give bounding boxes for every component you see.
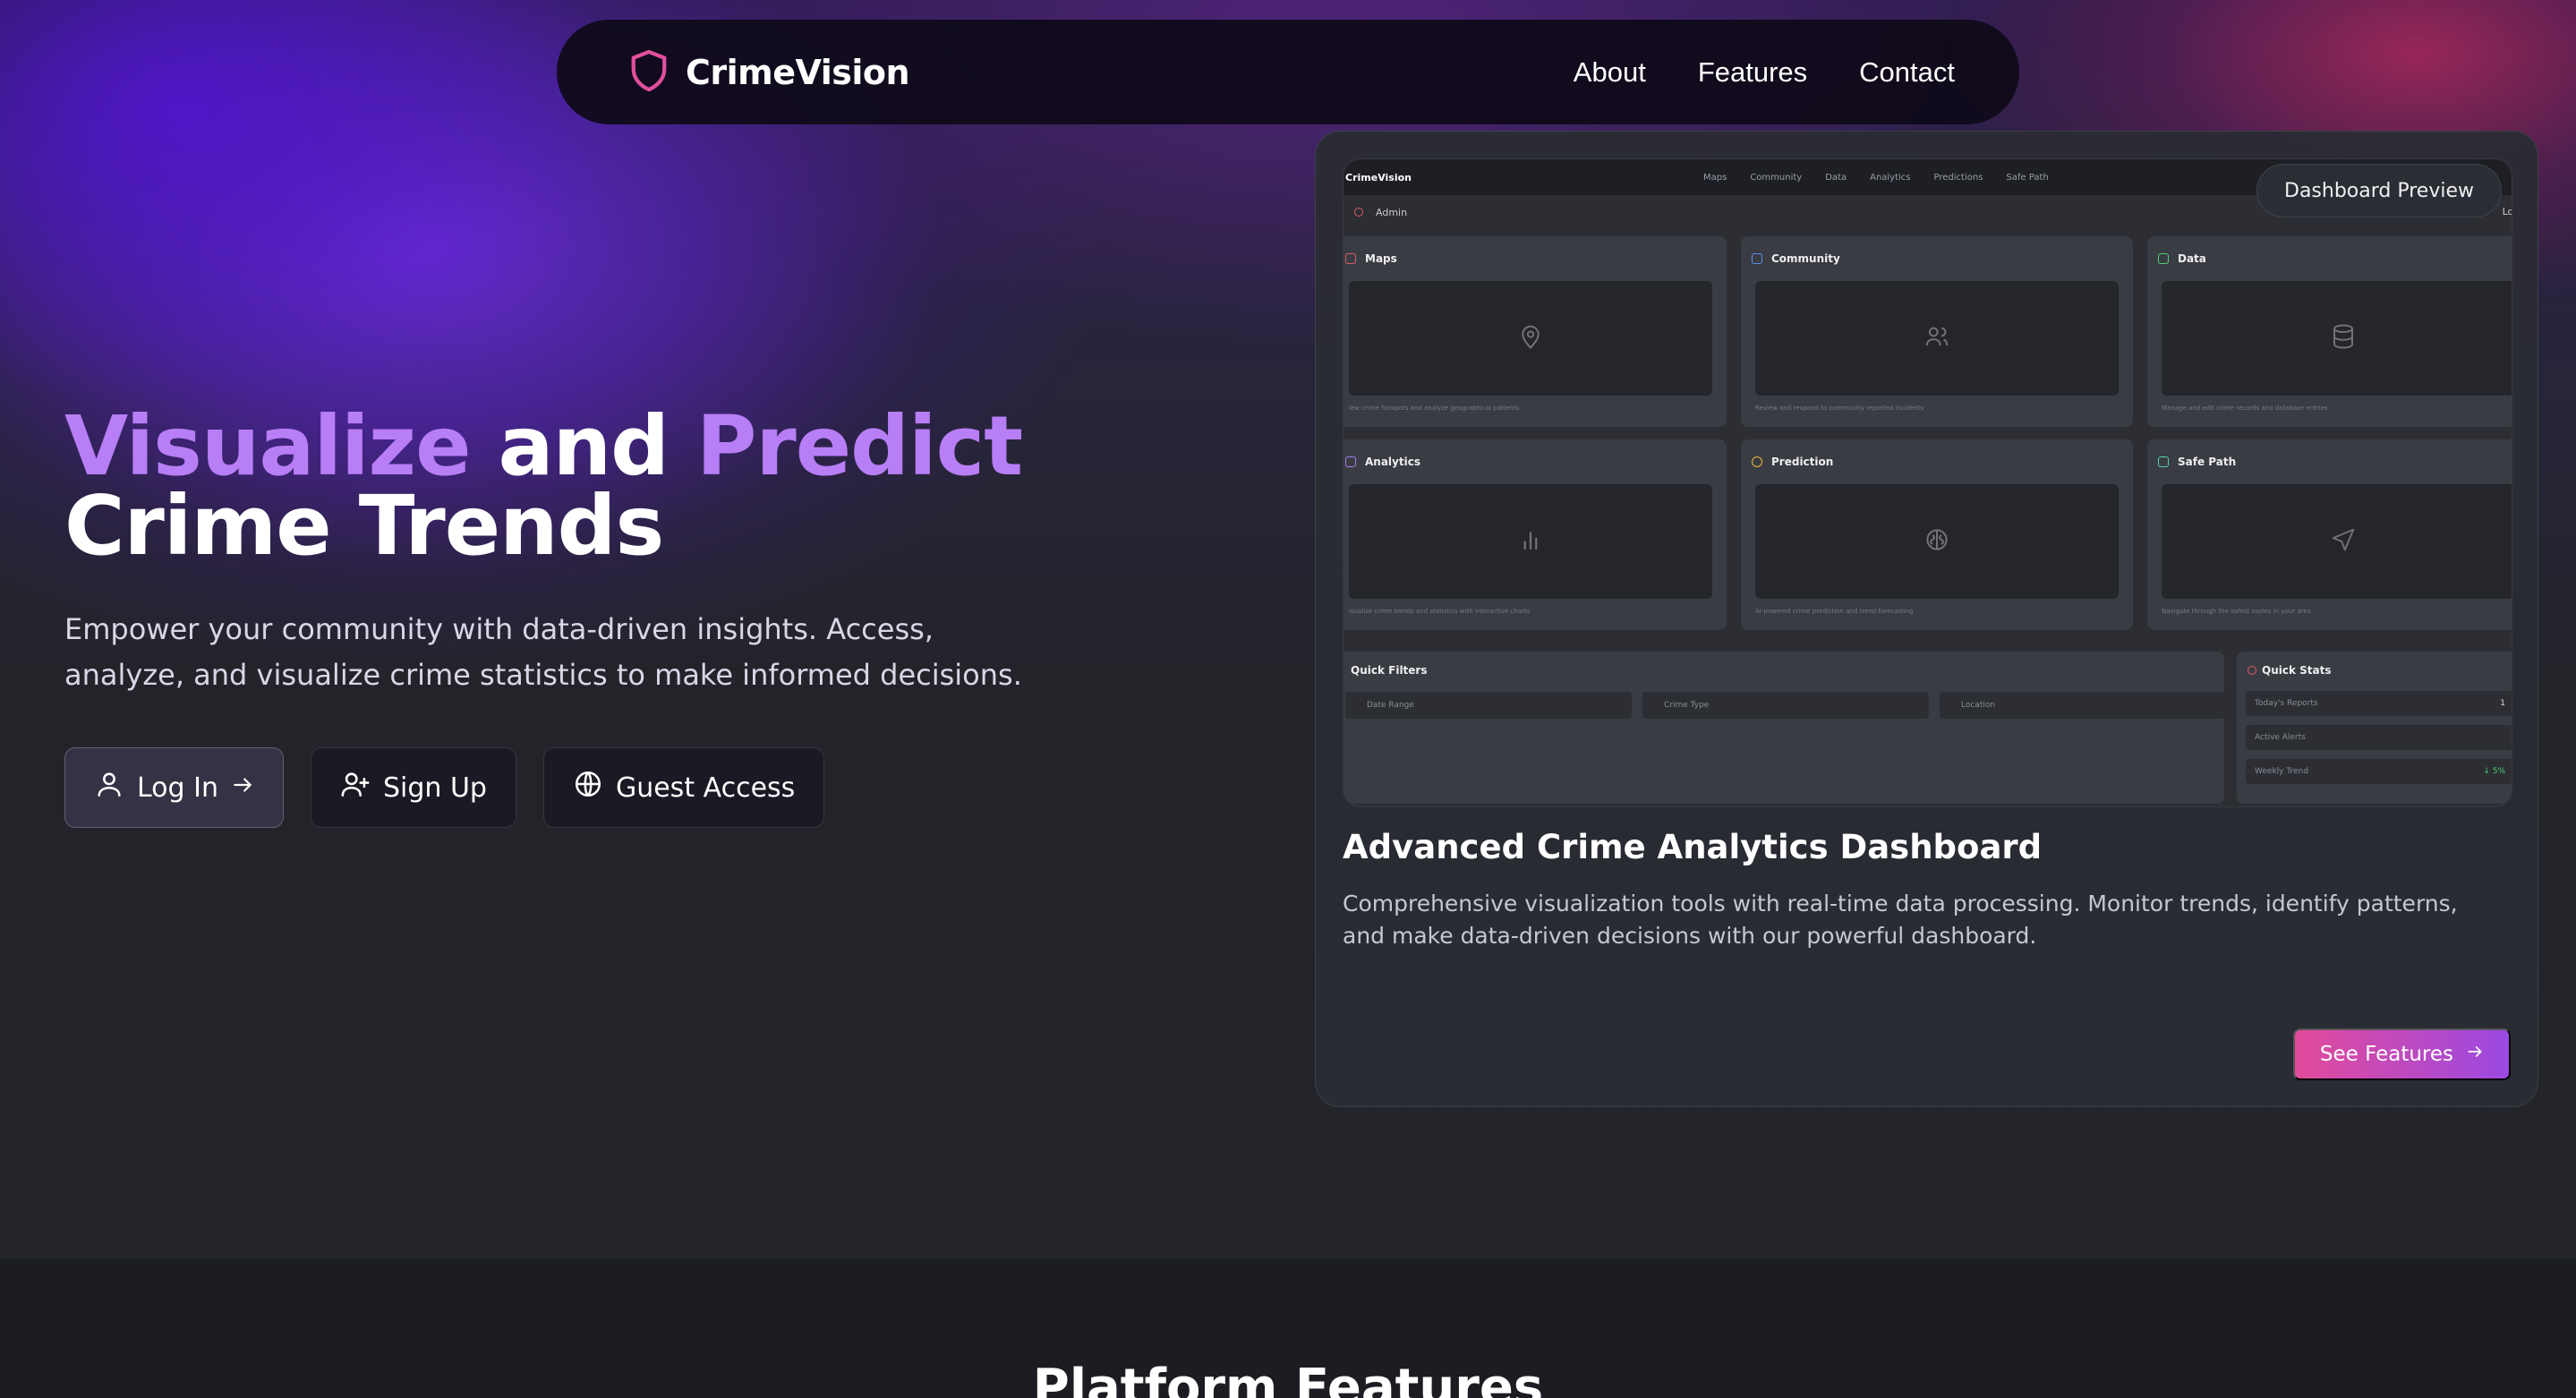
nav-link-contact[interactable]: Contact bbox=[1859, 56, 1955, 89]
stat-value: 1 bbox=[2500, 699, 2505, 708]
navigation-icon bbox=[2330, 526, 2357, 557]
stat-row-today: Today's Reports 1 bbox=[2246, 691, 2512, 716]
dashboard-preview: CrimeVision Maps Community Data Analytic… bbox=[1343, 158, 2512, 807]
stat-row-alerts: Active Alerts bbox=[2246, 725, 2512, 750]
tile-desc: AI-powered crime prediction and trend fo… bbox=[1755, 608, 1914, 615]
map-pin-icon bbox=[1517, 323, 1544, 354]
brain-icon bbox=[1752, 456, 1762, 467]
filter-location: Location bbox=[1940, 692, 2226, 719]
navigation-icon bbox=[2158, 456, 2169, 467]
database-icon bbox=[2158, 253, 2169, 264]
arrow-right-icon bbox=[2466, 1043, 2484, 1066]
card-title: Advanced Crime Analytics Dashboard bbox=[1343, 828, 2043, 866]
guest-access-label: Guest Access bbox=[615, 771, 796, 804]
preview-nav-community: Community bbox=[1750, 172, 1803, 183]
users-icon bbox=[1923, 323, 1950, 354]
preview-tile-maps: Maps iew crime hotspots and analyze geog… bbox=[1343, 236, 1727, 427]
card-description: Comprehensive visualization tools with r… bbox=[1343, 891, 2458, 949]
preview-nav-predictions: Predictions bbox=[1933, 172, 1983, 183]
headline-word-predict: Predict bbox=[695, 398, 1023, 494]
tile-title: Prediction bbox=[1771, 456, 1834, 468]
navbar: CrimeVision About Features Contact bbox=[557, 20, 2019, 124]
preview-tile-safe-path: Safe Path Navigate through the safest ro… bbox=[2147, 439, 2512, 630]
map-icon bbox=[1345, 253, 1356, 264]
hero-headline: Visualize and Predict Crime Trends bbox=[64, 405, 1139, 567]
user-plus-icon bbox=[340, 769, 371, 806]
tile-desc: Manage and edit crime records and databa… bbox=[2162, 405, 2328, 412]
globe-icon bbox=[573, 769, 603, 806]
nav-links: About Features Contact bbox=[1574, 56, 1955, 89]
signup-label: Sign Up bbox=[382, 771, 487, 804]
filters-title: Quick Filters bbox=[1351, 664, 1428, 677]
database-icon bbox=[2330, 323, 2357, 354]
arrow-right-icon bbox=[231, 772, 254, 804]
user-icon bbox=[94, 769, 124, 806]
tile-desc: isualize crime trends and statistics wit… bbox=[1349, 608, 1531, 615]
tile-desc: Navigate through the safest routes in yo… bbox=[2162, 608, 2311, 615]
alert-circle-icon bbox=[2248, 666, 2256, 675]
tile-title: Analytics bbox=[1365, 456, 1420, 468]
tile-title: Community bbox=[1771, 252, 1840, 265]
login-button[interactable]: Log In bbox=[64, 747, 284, 828]
preview-tile-data: Data Manage and edit crime records and d… bbox=[2147, 236, 2512, 427]
tile-title: Data bbox=[2178, 252, 2206, 265]
stat-row-weekly: Weekly Trend ↓ 5% bbox=[2246, 759, 2512, 784]
preview-nav-analytics: Analytics bbox=[1870, 172, 1911, 183]
brand[interactable]: CrimeVision bbox=[628, 48, 910, 97]
nav-link-features[interactable]: Features bbox=[1698, 56, 1807, 89]
preview-tile-analytics: Analytics isualize crime trends and stat… bbox=[1343, 439, 1727, 630]
stats-title: Quick Stats bbox=[2262, 664, 2332, 677]
hero-buttons: Log In Sign Up Guest Access bbox=[64, 747, 825, 828]
dashboard-card: CrimeVision Maps Community Data Analytic… bbox=[1315, 131, 2538, 1107]
tile-desc: Review and respond to community reported… bbox=[1755, 405, 1924, 412]
filter-date-range: Date Range bbox=[1345, 692, 1632, 719]
stat-value: ↓ 5% bbox=[2483, 767, 2505, 776]
shield-icon bbox=[628, 48, 670, 97]
see-features-button[interactable]: See Features bbox=[2292, 1028, 2511, 1080]
stat-label: Weekly Trend bbox=[2255, 767, 2308, 776]
stat-label: Today's Reports bbox=[2255, 699, 2318, 708]
brand-name: CrimeVision bbox=[686, 52, 910, 92]
filter-crime-type: Crime Type bbox=[1642, 692, 1929, 719]
preview-quick-stats: Quick Stats Today's Reports 1 Active Aler… bbox=[2237, 652, 2512, 804]
preview-tile-prediction: Prediction AI-powered crime prediction a… bbox=[1741, 439, 2133, 630]
tile-title: Safe Path bbox=[2178, 456, 2237, 468]
bar-chart-icon bbox=[1517, 526, 1544, 557]
see-features-label: See Features bbox=[2319, 1043, 2453, 1066]
guest-access-button[interactable]: Guest Access bbox=[542, 747, 825, 828]
login-label: Log In bbox=[137, 771, 218, 804]
hero-subtitle: Empower your community with data-driven … bbox=[64, 612, 1022, 692]
nav-link-about[interactable]: About bbox=[1574, 56, 1646, 89]
preview-nav-maps: Maps bbox=[1703, 172, 1727, 183]
signup-button[interactable]: Sign Up bbox=[310, 747, 516, 828]
preview-nav-safe-path: Safe Path bbox=[2006, 172, 2049, 183]
stat-label: Active Alerts bbox=[2255, 733, 2306, 742]
line-chart-icon bbox=[1345, 456, 1356, 467]
preview-quick-filters: Quick Filters Date Range Crime Type Loca… bbox=[1343, 652, 2226, 804]
brain-icon bbox=[1923, 526, 1950, 557]
preview-tile-community: Community Review and respond to communit… bbox=[1741, 236, 2133, 427]
preview-brand: CrimeVision bbox=[1345, 171, 1412, 183]
dashboard-preview-badge: Dashboard Preview bbox=[2256, 164, 2502, 217]
preview-user: Admin bbox=[1376, 206, 1408, 218]
headline-line2: Crime Trends bbox=[64, 478, 664, 574]
user-icon bbox=[1354, 208, 1363, 217]
tile-desc: iew crime hotspots and analyze geographi… bbox=[1349, 405, 1520, 412]
preview-nav: Maps Community Data Analytics Prediction… bbox=[1703, 173, 2049, 183]
preview-nav-data: Data bbox=[1825, 172, 1847, 183]
users-icon bbox=[1752, 253, 1762, 264]
tile-title: Maps bbox=[1365, 252, 1397, 265]
features-section-title: Platform Features bbox=[1032, 1359, 1544, 1398]
preview-logout: Logo bbox=[2502, 206, 2512, 217]
